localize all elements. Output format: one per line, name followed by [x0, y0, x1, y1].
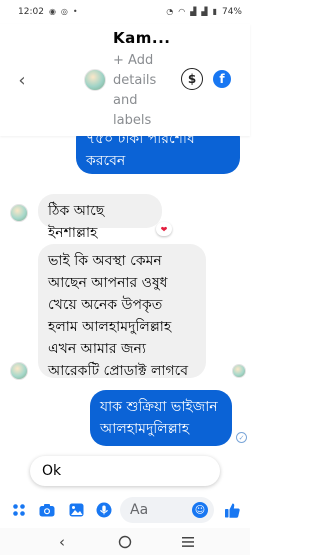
signal-icon-2: ▟	[201, 7, 208, 16]
contact-name[interactable]: Kam...	[113, 29, 170, 47]
signal-icon: ▟	[190, 7, 197, 16]
microphone-icon[interactable]	[95, 501, 113, 519]
message-list: ৭৫০ টাকা পরিশোধ করবেন ঠিক আছে ইনশাল্লাহ …	[0, 110, 250, 486]
alarm-icon: ◔	[166, 7, 174, 16]
sender-avatar	[10, 204, 28, 222]
status-bar: 12:02 ◉ ◎ • ◔ ◠ ▟ ▟ ▮ 74%	[0, 0, 250, 24]
draft-message-input[interactable]: Ok	[30, 456, 220, 486]
whatsapp-icon: ◎	[60, 7, 68, 16]
apps-grid-icon[interactable]	[10, 501, 28, 519]
add-details-link[interactable]: + Add details and labels	[113, 51, 173, 131]
incoming-message[interactable]: ভাই কি অবস্থা কেমন আছেন আপনার ওষুধ খেয়ে…	[38, 244, 206, 379]
composer-bar: Aa ☺	[0, 497, 250, 523]
camera-icon[interactable]	[38, 501, 56, 519]
facebook-icon[interactable]: f	[213, 70, 231, 88]
outgoing-message[interactable]: যাক শুক্রিয়া ভাইজান আলহামদুলিল্লাহ	[90, 390, 232, 446]
sender-avatar	[10, 362, 28, 380]
back-arrow-icon[interactable]: ‹	[12, 68, 32, 92]
battery-percent: 74%	[221, 7, 242, 17]
messenger-icon: ◉	[48, 7, 56, 16]
status-time: 12:02	[18, 7, 44, 17]
contact-avatar[interactable]	[84, 69, 106, 91]
system-nav-bar: ‹	[0, 528, 250, 555]
incoming-message[interactable]: ঠিক আছে ইনশাল্লাহ	[38, 194, 162, 241]
heart-reaction-icon[interactable]: ❤	[156, 222, 172, 236]
dollar-icon[interactable]: $	[181, 68, 203, 90]
gallery-icon[interactable]	[67, 501, 85, 519]
status-left: 12:02 ◉ ◎ •	[18, 7, 78, 17]
thumbs-up-icon[interactable]	[222, 500, 242, 520]
battery-icon: ▮	[212, 7, 217, 16]
nav-recents-icon[interactable]	[178, 532, 198, 552]
nav-back-icon[interactable]: ‹	[52, 532, 72, 552]
dot-icon: •	[72, 7, 78, 16]
wifi-icon: ◠	[178, 7, 186, 16]
status-right: ◔ ◠ ▟ ▟ ▮ 74%	[166, 7, 242, 17]
nav-home-icon[interactable]	[115, 532, 135, 552]
conversation-header: ‹ Kam... + Add details and labels $ f	[0, 24, 250, 136]
read-receipt-avatar	[232, 364, 246, 378]
seen-check-icon: ✓	[236, 432, 247, 443]
emoji-icon[interactable]: ☺	[192, 502, 208, 518]
